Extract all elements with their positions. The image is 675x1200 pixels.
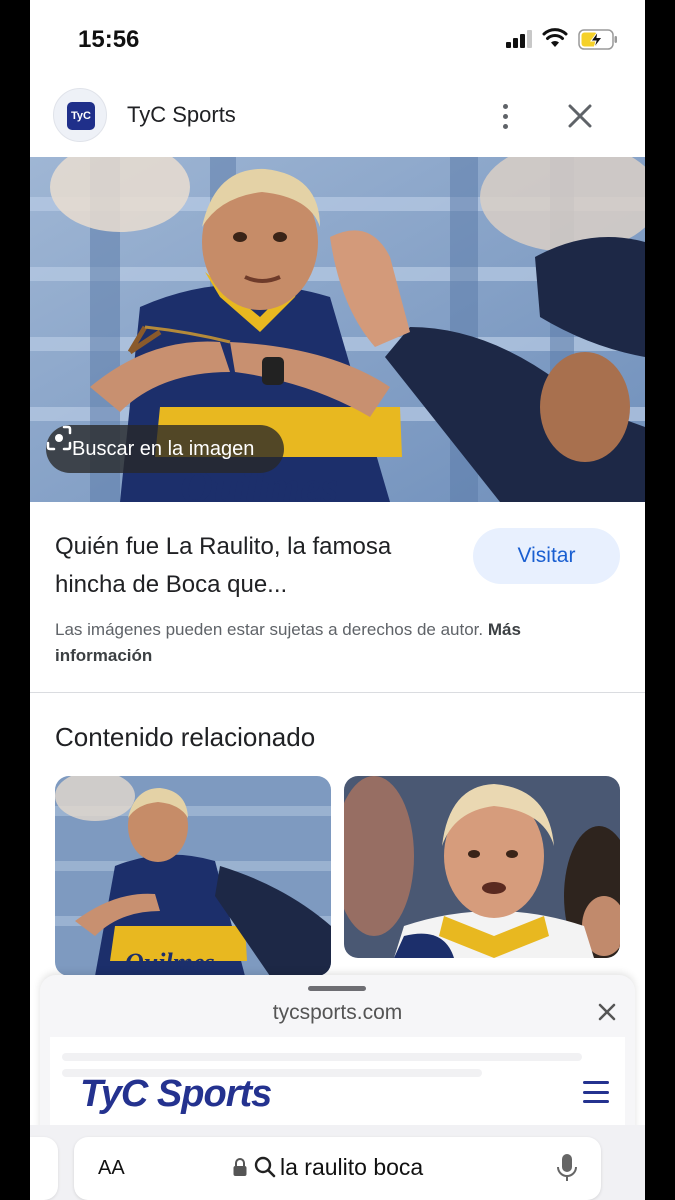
brand-logo: TyC Sports bbox=[80, 1073, 272, 1115]
svg-text:Quilmes: Quilmes bbox=[125, 948, 215, 976]
status-bar: 15:56 bbox=[30, 0, 645, 80]
close-icon[interactable] bbox=[595, 1000, 619, 1024]
related-heading: Contenido relacionado bbox=[55, 722, 316, 752]
visit-button[interactable]: Visitar bbox=[473, 528, 620, 584]
sheet-grabber[interactable] bbox=[308, 986, 366, 991]
lens-icon bbox=[46, 425, 72, 451]
site-preview: TyC Sports bbox=[50, 1037, 625, 1135]
related-photo-2 bbox=[344, 776, 620, 958]
related-thumbnail-2[interactable] bbox=[344, 776, 620, 958]
text-size-button[interactable]: AA bbox=[98, 1157, 125, 1180]
cellular-signal-icon bbox=[506, 30, 534, 48]
wifi-icon bbox=[542, 28, 568, 47]
result-title[interactable]: Quién fue La Raulito, la famosa hincha d… bbox=[55, 528, 455, 604]
address-bar[interactable]: AA la raulito boca bbox=[74, 1137, 601, 1200]
site-logo: TyC bbox=[67, 102, 95, 130]
hero-image[interactable]: Quilmes Buscar en la imagen bbox=[30, 157, 645, 502]
divider bbox=[30, 692, 645, 693]
copyright-notice: Las imágenes pueden estar sujetas a dere… bbox=[55, 617, 615, 669]
related-thumbnail-1[interactable]: Quilmes bbox=[55, 776, 331, 976]
more-options-button[interactable] bbox=[492, 96, 518, 136]
source-header: TyC TyC Sports bbox=[30, 80, 645, 156]
site-preview-sheet[interactable]: tycsports.com TyC Sports bbox=[40, 975, 635, 1135]
lock-icon bbox=[233, 1158, 247, 1176]
close-icon[interactable] bbox=[564, 100, 596, 132]
phone-screen: 15:56 TyC TyC Sports Quilmes Buscar en l… bbox=[30, 0, 645, 1200]
battery-charging-icon bbox=[578, 29, 617, 50]
related-photo-1: Quilmes bbox=[55, 776, 331, 976]
hamburger-menu-icon[interactable] bbox=[583, 1081, 609, 1103]
copyright-text: Las imágenes pueden estar sujetas a dere… bbox=[55, 620, 484, 639]
site-favicon[interactable]: TyC bbox=[53, 88, 107, 142]
search-in-image-label: Buscar en la imagen bbox=[72, 437, 255, 460]
sheet-domain: tycsports.com bbox=[272, 1001, 403, 1024]
previous-tab-edge[interactable] bbox=[30, 1137, 58, 1200]
site-name[interactable]: TyC Sports bbox=[127, 102, 236, 128]
status-time: 15:56 bbox=[78, 26, 140, 53]
microphone-icon[interactable] bbox=[556, 1153, 578, 1183]
search-icon bbox=[254, 1156, 276, 1178]
loading-bar bbox=[62, 1053, 582, 1061]
search-query[interactable]: la raulito boca bbox=[280, 1154, 423, 1181]
browser-toolbar: AA la raulito boca bbox=[30, 1125, 645, 1200]
more-vertical-icon bbox=[502, 103, 508, 109]
search-in-image-chip[interactable]: Buscar en la imagen bbox=[46, 425, 284, 473]
